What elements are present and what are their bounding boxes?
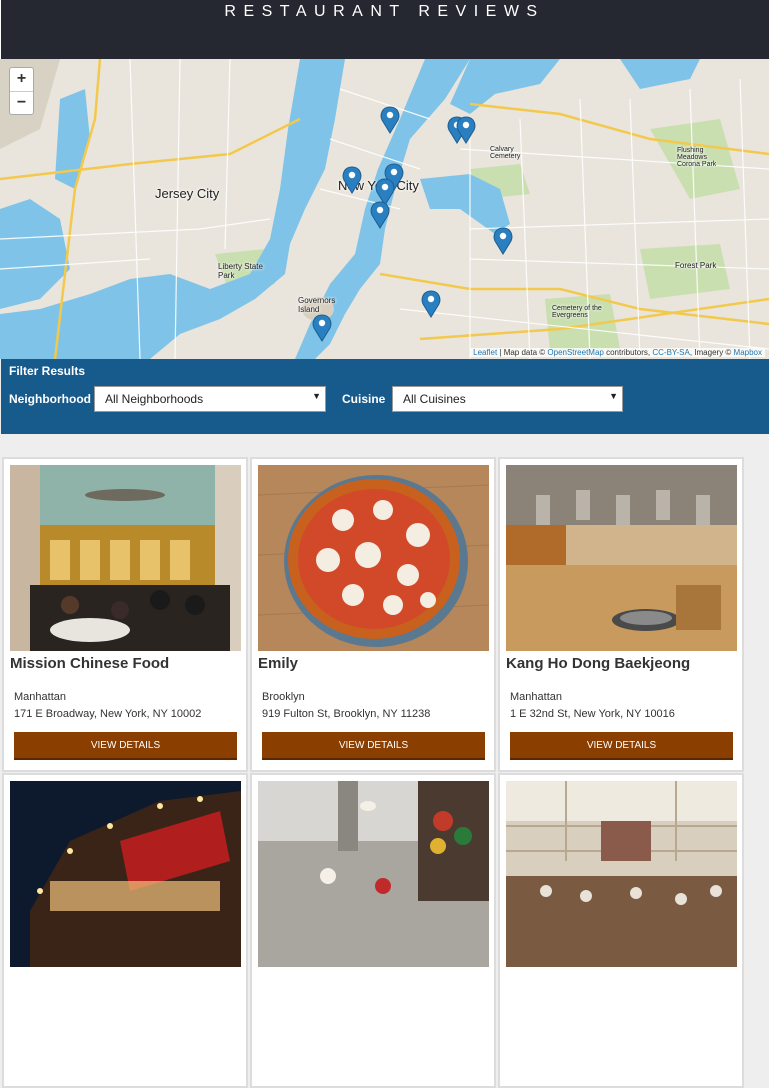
map-marker-pin[interactable] xyxy=(312,314,332,342)
restaurant-neighborhood: Manhattan xyxy=(14,691,66,703)
restaurant-neighborhood: Manhattan xyxy=(510,691,562,703)
zoom-out-button[interactable]: − xyxy=(10,92,33,115)
map-marker-pin[interactable] xyxy=(493,227,513,255)
restaurant-photo xyxy=(10,465,241,651)
dropdown-arrow-icon: ▼ xyxy=(312,391,321,401)
restaurant-card xyxy=(2,773,248,1088)
restaurant-address: 1 E 32nd St, New York, NY 10016 xyxy=(510,708,675,720)
map-marker-pin[interactable] xyxy=(421,290,441,318)
neighborhood-label: Neighborhood xyxy=(9,392,91,406)
view-details-button[interactable]: VIEW DETAILS xyxy=(14,732,237,760)
cuisine-select[interactable]: All Cuisines ▼ xyxy=(392,386,623,412)
filter-panel: Filter Results Neighborhood All Neighbor… xyxy=(1,359,769,434)
attribution-text-3: , Imagery © xyxy=(689,348,734,357)
header-edge xyxy=(0,0,1,59)
restaurant-photo xyxy=(506,465,737,651)
restaurant-card: Emily Brooklyn 919 Fulton St, Brooklyn, … xyxy=(250,457,496,772)
map-marker-pin[interactable] xyxy=(380,106,400,134)
leaflet-link[interactable]: Leaflet xyxy=(473,348,497,357)
osm-link[interactable]: OpenStreetMap xyxy=(547,348,603,357)
map-marker-pin[interactable] xyxy=(370,201,390,229)
restaurant-address: 171 E Broadway, New York, NY 10002 xyxy=(14,708,202,720)
neighborhood-select[interactable]: All Neighborhoods ▼ xyxy=(94,386,326,412)
dropdown-arrow-icon: ▼ xyxy=(609,391,618,401)
attribution-text-2: contributors, xyxy=(603,348,653,357)
map-zoom-control: + − xyxy=(9,67,34,115)
map-marker-pin[interactable] xyxy=(375,178,395,206)
map[interactable]: Jersey City New York City Liberty State … xyxy=(0,59,769,359)
neighborhood-select-value: All Neighborhoods xyxy=(105,392,204,406)
restaurant-photo xyxy=(10,781,241,967)
restaurant-card xyxy=(498,773,744,1088)
restaurant-photo xyxy=(258,781,489,967)
filter-title: Filter Results xyxy=(9,364,86,378)
restaurant-card xyxy=(250,773,496,1088)
cuisine-label: Cuisine xyxy=(342,392,386,406)
view-details-button[interactable]: VIEW DETAILS xyxy=(510,732,733,760)
map-attribution: Leaflet | Map data © OpenStreetMap contr… xyxy=(470,348,765,357)
attribution-text-1: | Map data © xyxy=(497,348,548,357)
restaurant-card: Kang Ho Dong Baekjeong Manhattan 1 E 32n… xyxy=(498,457,744,772)
restaurant-card: Mission Chinese Food Manhattan 171 E Bro… xyxy=(2,457,248,772)
mapbox-link[interactable]: Mapbox xyxy=(734,348,762,357)
view-details-button[interactable]: VIEW DETAILS xyxy=(262,732,485,760)
zoom-in-button[interactable]: + xyxy=(10,68,33,92)
restaurant-neighborhood: Brooklyn xyxy=(262,691,305,703)
cc-link[interactable]: CC-BY-SA xyxy=(652,348,690,357)
restaurant-photo xyxy=(258,465,489,651)
restaurant-photo xyxy=(506,781,737,967)
map-markers xyxy=(312,106,513,342)
map-marker-pin[interactable] xyxy=(342,166,362,194)
cuisine-select-value: All Cuisines xyxy=(403,392,466,406)
site-title: RESTAURANT REVIEWS xyxy=(224,3,545,20)
restaurant-name: Kang Ho Dong Baekjeong xyxy=(506,655,691,672)
restaurant-address: 919 Fulton St, Brooklyn, NY 11238 xyxy=(262,708,431,720)
site-header: RESTAURANT REVIEWS xyxy=(0,0,769,59)
restaurant-name: Mission Chinese Food xyxy=(10,655,170,672)
restaurant-name: Emily xyxy=(258,655,299,672)
